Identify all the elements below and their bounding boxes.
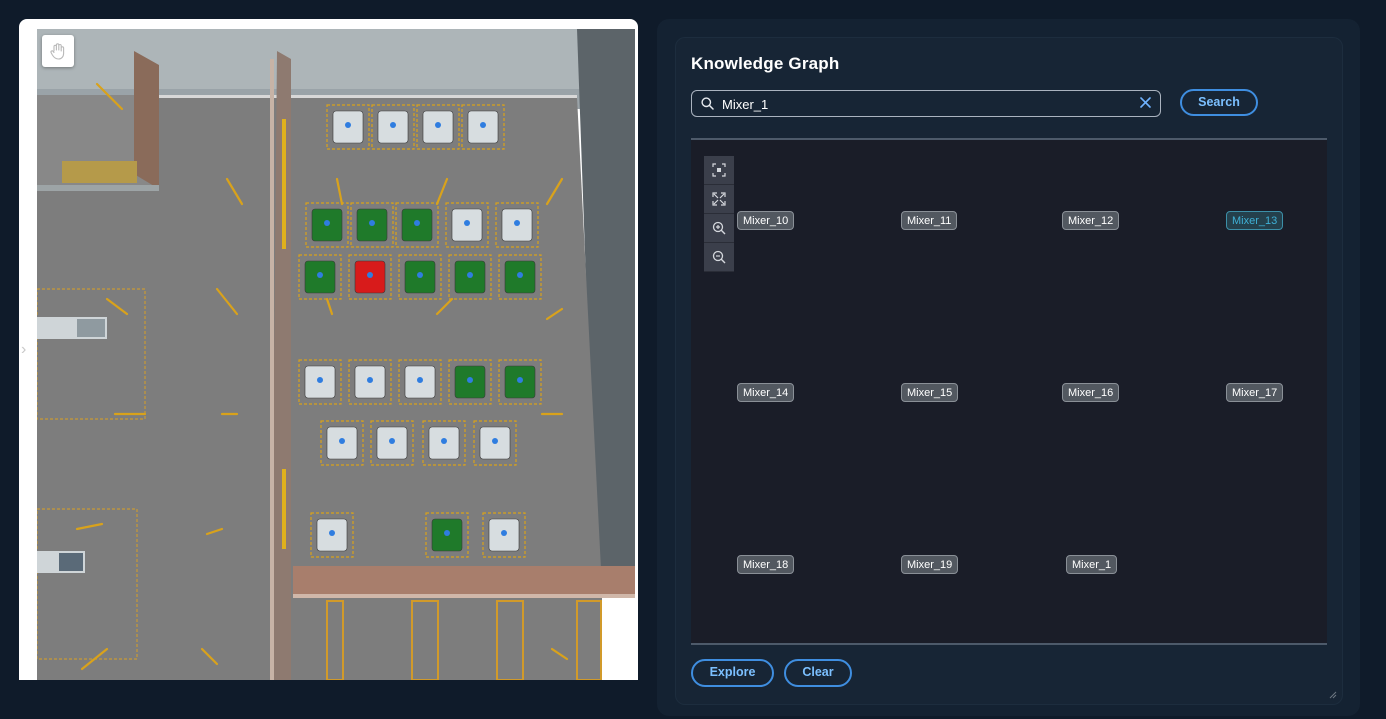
sensor-dot (435, 122, 441, 128)
sensor-dot (480, 122, 486, 128)
sensor-dot (417, 377, 423, 383)
graph-node[interactable]: Mixer_19 (901, 555, 959, 574)
sensor-dot (417, 272, 423, 278)
lane-marking (282, 119, 286, 249)
conveyor-machine-head (77, 319, 105, 337)
resize-grip-icon[interactable] (1329, 691, 1337, 699)
office-sill (37, 185, 159, 191)
zoom-in-icon[interactable] (704, 214, 734, 243)
graph-node[interactable]: Mixer_1 (1066, 555, 1118, 574)
expand-icon[interactable] (704, 185, 734, 214)
graph-node[interactable]: Mixer_15 (901, 383, 959, 402)
sensor-dot (367, 377, 373, 383)
sensor-dot (444, 530, 450, 536)
sensor-dot (467, 377, 473, 383)
zoom-out-icon[interactable] (704, 243, 734, 272)
graph-node[interactable]: Mixer_17 (1226, 383, 1284, 402)
search-button[interactable]: Search (1180, 89, 1258, 116)
explore-button[interactable]: Explore (691, 659, 774, 687)
graph-node-selected[interactable]: Mixer_13 (1226, 211, 1284, 230)
sensor-dot (345, 122, 351, 128)
back-wall-top (37, 29, 635, 89)
loading-dock-edge (293, 594, 635, 598)
office-window (62, 161, 137, 183)
sensor-dot (367, 272, 373, 278)
sensor-dot (441, 438, 447, 444)
sensor-dot (329, 530, 335, 536)
sensor-dot (501, 530, 507, 536)
sensor-dot (369, 220, 375, 226)
graph-node[interactable]: Mixer_16 (1062, 383, 1120, 402)
lane-marking (282, 469, 286, 549)
sensor-dot (517, 377, 523, 383)
conveyor-machine-head (59, 553, 83, 571)
graph-node[interactable]: Mixer_11 (901, 211, 958, 230)
sensor-dot (339, 438, 345, 444)
clear-button[interactable]: Clear (784, 659, 852, 687)
sensor-dot (324, 220, 330, 226)
graph-node[interactable]: Mixer_10 (737, 211, 795, 230)
sensor-dot (464, 220, 470, 226)
sensor-dot (492, 438, 498, 444)
sensor-dot (389, 438, 395, 444)
panel-title: Knowledge Graph (691, 54, 840, 73)
office-wall (134, 51, 159, 189)
graph-node[interactable]: Mixer_12 (1062, 211, 1120, 230)
sensor-dot (517, 272, 523, 278)
graph-node[interactable]: Mixer_18 (737, 555, 795, 574)
sensor-dot (514, 220, 520, 226)
sensor-dot (467, 272, 473, 278)
factory-scene[interactable] (37, 29, 635, 680)
sensor-dot (317, 377, 323, 383)
divider-edge (270, 59, 274, 680)
knowledge-graph-panel: Knowledge Graph Search (657, 19, 1360, 716)
factory-viewport[interactable]: › (19, 19, 638, 680)
chevron-right-icon[interactable]: › (21, 341, 31, 359)
sensor-dot (317, 272, 323, 278)
search-icon (701, 97, 714, 110)
search-box[interactable] (691, 90, 1161, 117)
loading-dock (293, 566, 635, 596)
graph-toolbar (704, 156, 734, 272)
close-icon[interactable] (1139, 96, 1152, 109)
hand-pan-icon[interactable] (42, 35, 74, 67)
sensor-dot (390, 122, 396, 128)
graph-canvas[interactable]: Mixer_10 Mixer_11 Mixer_12 Mixer_13 Mixe… (691, 138, 1327, 645)
search-input[interactable] (722, 95, 1122, 113)
knowledge-graph-card: Knowledge Graph Search (675, 37, 1343, 705)
fit-view-icon[interactable] (704, 156, 734, 185)
sensor-dot (414, 220, 420, 226)
graph-node[interactable]: Mixer_14 (737, 383, 795, 402)
